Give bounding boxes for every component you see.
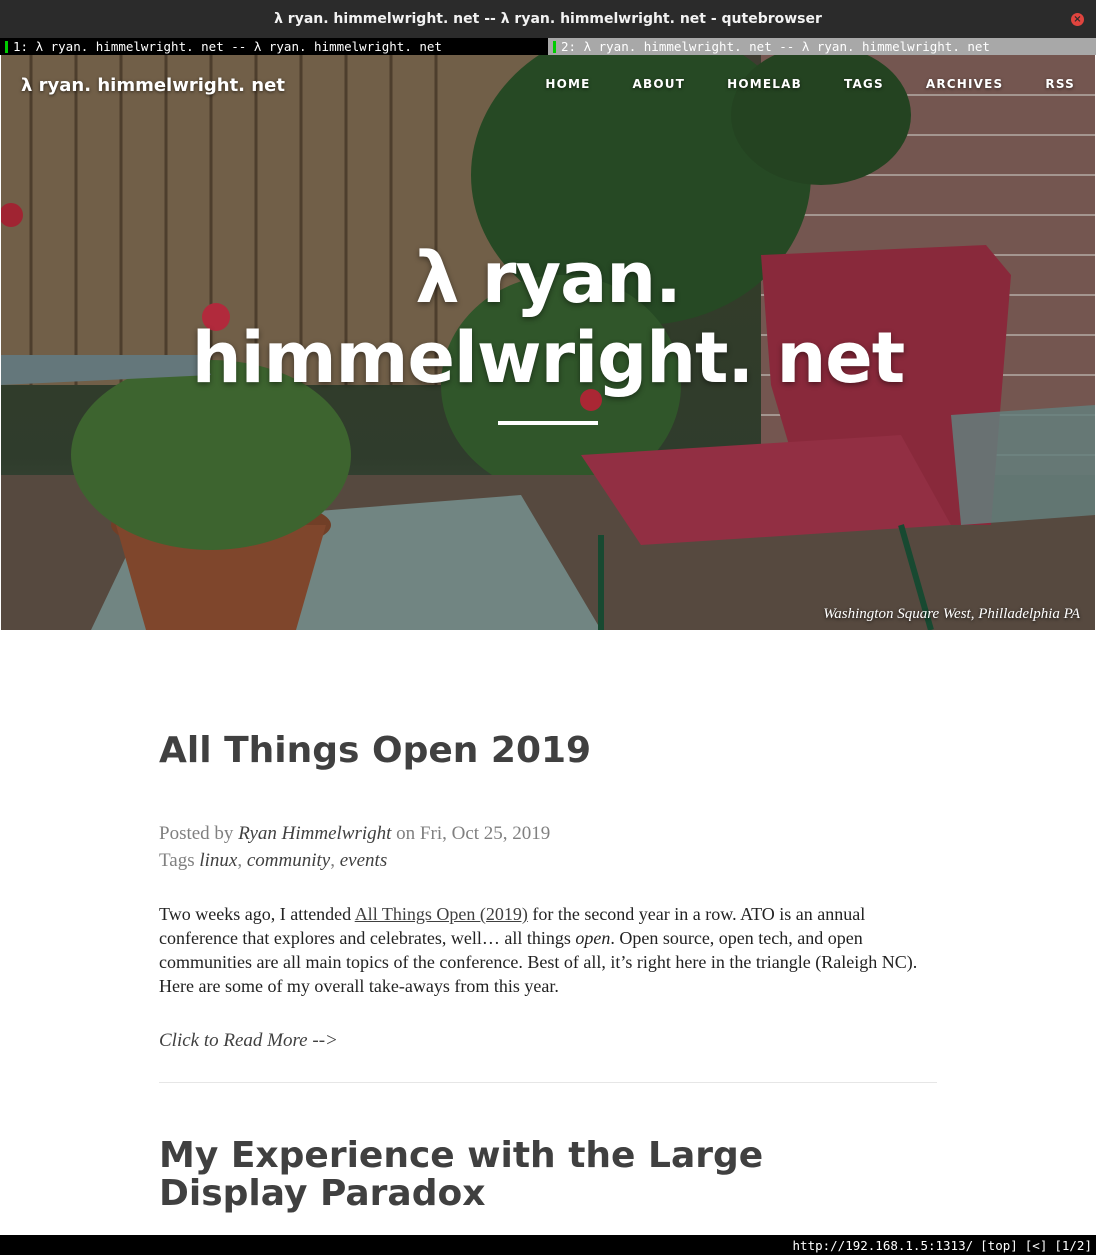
hero-divider [498, 421, 598, 425]
hero-title-line: λ ryan. [415, 237, 681, 319]
excerpt-emphasis: open [575, 928, 611, 948]
status-bar: http://192.168.1.5:1313/ [top] [<] [1/2] [0, 1235, 1096, 1255]
post-excerpt: Two weeks ago, I attended All Things Ope… [159, 902, 937, 998]
tag-link[interactable]: events [340, 850, 387, 871]
nav-tags-link[interactable]: TAGS [844, 77, 884, 91]
ato-link[interactable]: All Things Open (2019) [355, 904, 528, 924]
tab-2[interactable]: 2: λ ryan. himmelwright. net -- λ ryan. … [548, 38, 1096, 55]
nav-rss-link[interactable]: RSS [1045, 77, 1075, 91]
post-list: All Things Open 2019 Posted by Ryan Himm… [159, 730, 937, 1213]
status-url: http://192.168.1.5:1313/ [792, 1237, 974, 1253]
post-divider [159, 1082, 937, 1083]
tab-label: 1: λ ryan. himmelwright. net -- λ ryan. … [13, 39, 442, 54]
post-date: on Fri, Oct 25, 2019 [396, 823, 551, 844]
post-tags: Tags linux, community, events [159, 850, 388, 871]
post-title-link[interactable]: My Experience with the Large Display Par… [159, 1137, 879, 1213]
nav-home-link[interactable]: HOME [545, 77, 590, 91]
tab-indicator-icon [5, 40, 8, 53]
post-title-link[interactable]: All Things Open 2019 [159, 730, 937, 772]
tags-label: Tags [159, 850, 195, 871]
nav-about-link[interactable]: ABOUT [633, 77, 686, 91]
site-brand-link[interactable]: λ ryan. himmelwright. net [21, 75, 285, 96]
hero-title-line: himmelwright. net [191, 317, 906, 399]
tab-label: 2: λ ryan. himmelwright. net -- λ ryan. … [561, 39, 990, 54]
tag-link[interactable]: linux [199, 850, 237, 871]
hero-image-caption: Washington Square West, Philladelphia PA [823, 606, 1080, 622]
status-tab-index: [1/2] [1054, 1237, 1092, 1253]
main-nav: HOME ABOUT HOMELAB TAGS ARCHIVES RSS [503, 77, 1075, 91]
status-history: [<] [1024, 1237, 1048, 1253]
excerpt-text: Two weeks ago, I attended [159, 904, 355, 924]
close-icon[interactable]: × [1071, 13, 1084, 26]
read-more-link[interactable]: Click to Read More --> [159, 1030, 937, 1052]
tab-1[interactable]: 1: λ ryan. himmelwright. net -- λ ryan. … [0, 38, 548, 55]
tab-bar: 1: λ ryan. himmelwright. net -- λ ryan. … [0, 38, 1096, 55]
window-titlebar: λ ryan. himmelwright. net -- λ ryan. him… [0, 0, 1096, 38]
hero-title: λ ryan. himmelwright. net [1, 238, 1095, 398]
nav-homelab-link[interactable]: HOMELAB [727, 77, 802, 91]
hero-header: λ ryan. himmelwright. net HOME ABOUT HOM… [1, 55, 1095, 630]
post-byline: Posted by Ryan Himmelwright on Fri, Oct … [159, 820, 937, 847]
tab-indicator-icon [553, 40, 556, 53]
post-author: Ryan Himmelwright [238, 823, 392, 844]
nav-archives-link[interactable]: ARCHIVES [926, 77, 1004, 91]
window-title: λ ryan. himmelwright. net -- λ ryan. him… [274, 11, 822, 27]
posted-by-label: Posted by [159, 823, 234, 844]
post-meta: Posted by Ryan Himmelwright on Fri, Oct … [159, 820, 937, 874]
status-scroll: [top] [980, 1237, 1018, 1253]
tag-link[interactable]: community [247, 850, 330, 871]
